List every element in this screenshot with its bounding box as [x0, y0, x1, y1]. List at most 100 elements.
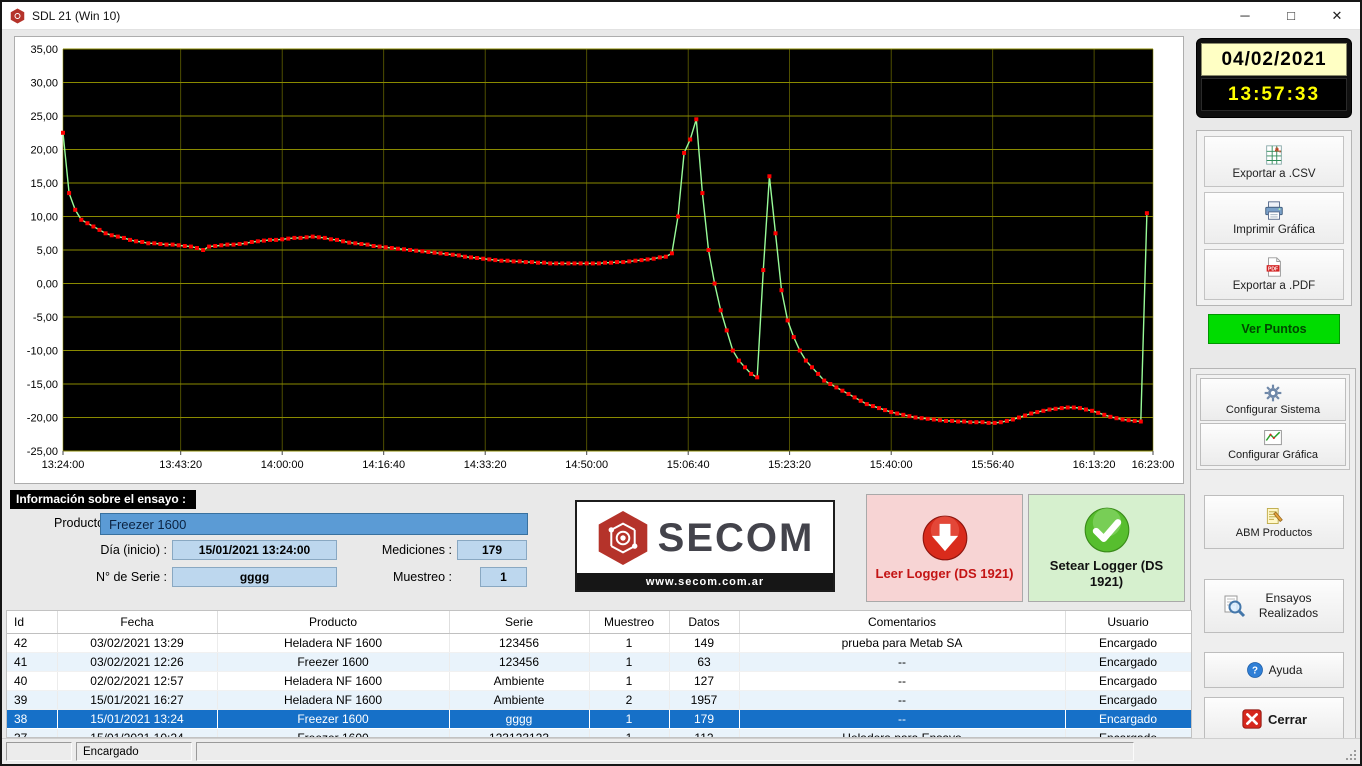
resize-grip[interactable]: [1343, 747, 1357, 761]
export-csv-button[interactable]: a, Exportar a .CSV: [1204, 136, 1344, 187]
cell-comentarios: --: [739, 709, 1065, 728]
svg-text:15:56:40: 15:56:40: [971, 459, 1014, 471]
cell-usuario: Encargado: [1065, 728, 1191, 738]
cell-producto: Freezer 1600: [217, 728, 449, 738]
cell-producto: Heladera NF 1600: [217, 690, 449, 709]
svg-text:16:13:20: 16:13:20: [1073, 459, 1116, 471]
minimize-button[interactable]: ─: [1222, 2, 1268, 29]
svg-text:13:24:00: 13:24:00: [42, 459, 85, 471]
table-header-row: IdFechaProductoSerieMuestreoDatosComenta…: [7, 611, 1191, 633]
check-icon: [1083, 506, 1131, 554]
configurar-sistema-label: Configurar Sistema: [1226, 404, 1320, 416]
print-chart-label: Imprimir Gráfica: [1233, 224, 1315, 236]
cell-datos: 127: [669, 671, 739, 690]
chart-panel: 35,0030,0025,0020,0015,0010,005,000,00-5…: [14, 36, 1184, 484]
export-pdf-button[interactable]: PDF Exportar a .PDF: [1204, 249, 1344, 300]
download-arrow-icon: [921, 514, 969, 562]
svg-text:-25,00: -25,00: [27, 446, 58, 458]
column-header-usuario[interactable]: Usuario: [1065, 611, 1191, 633]
table-row[interactable]: 3715/01/2021 10:24Freezer 16001231231231…: [7, 728, 1191, 738]
svg-text:14:50:00: 14:50:00: [565, 459, 608, 471]
column-header-id[interactable]: Id: [7, 611, 57, 633]
close-button[interactable]: ✕: [1314, 2, 1360, 29]
muestreo-label: Muestreo :: [347, 570, 452, 584]
printer-icon: [1263, 200, 1285, 222]
cell-id: 40: [7, 671, 57, 690]
configurar-sistema-button[interactable]: Configurar Sistema: [1200, 378, 1346, 421]
cerrar-button[interactable]: Cerrar: [1204, 697, 1344, 741]
secom-logo-box: SECOM www.secom.com.ar: [575, 500, 835, 592]
ver-puntos-button[interactable]: Ver Puntos: [1208, 314, 1340, 344]
cell-comentarios: --: [739, 652, 1065, 671]
leer-logger-button[interactable]: Leer Logger (DS 1921): [866, 494, 1023, 602]
clock-panel: 04/02/2021 13:57:33: [1196, 38, 1352, 118]
cell-serie: Ambiente: [449, 690, 589, 709]
table-row[interactable]: 4103/02/2021 12:26Freezer 1600123456163-…: [7, 652, 1191, 671]
cell-usuario: Encargado: [1065, 690, 1191, 709]
svg-text:5,00: 5,00: [37, 245, 58, 257]
cell-fecha: 03/02/2021 12:26: [57, 652, 217, 671]
cell-usuario: Encargado: [1065, 633, 1191, 652]
column-header-fecha[interactable]: Fecha: [57, 611, 217, 633]
cell-datos: 1957: [669, 690, 739, 709]
maximize-button[interactable]: □: [1268, 2, 1314, 29]
table-row[interactable]: 3815/01/2021 13:24Freezer 1600gggg1179--…: [7, 709, 1191, 728]
cell-serie: 123456: [449, 633, 589, 652]
cell-datos: 149: [669, 633, 739, 652]
pdf-file-icon: PDF: [1263, 256, 1285, 278]
ensayos-realizados-button[interactable]: Ensayos Realizados: [1204, 579, 1344, 633]
svg-text:-20,00: -20,00: [27, 413, 58, 425]
app-icon: [10, 8, 26, 24]
magnifier-icon: [1222, 594, 1246, 618]
column-header-muestreo[interactable]: Muestreo: [589, 611, 669, 633]
svg-text:25,00: 25,00: [30, 111, 58, 123]
cell-datos: 179: [669, 709, 739, 728]
app-window: SDL 21 (Win 10) ─ □ ✕ 35,0030,0025,0020,…: [0, 0, 1362, 766]
table-row[interactable]: 3915/01/2021 16:27Heladera NF 1600Ambien…: [7, 690, 1191, 709]
time-display: 13:57:33: [1201, 78, 1347, 111]
abm-productos-button[interactable]: ABM Productos: [1204, 495, 1344, 549]
table-row[interactable]: 4002/02/2021 12:57Heladera NF 1600Ambien…: [7, 671, 1191, 690]
ayuda-button[interactable]: ? Ayuda: [1204, 652, 1344, 688]
configurar-grafica-label: Configurar Gráfica: [1228, 449, 1318, 461]
producto-field[interactable]: Freezer 1600: [100, 513, 528, 535]
column-header-comentarios[interactable]: Comentarios: [739, 611, 1065, 633]
ensayos-realizados-label: Ensayos Realizados: [1251, 591, 1327, 621]
svg-text:?: ?: [1252, 665, 1258, 676]
mediciones-label: Mediciones :: [347, 543, 452, 557]
cell-producto: Freezer 1600: [217, 709, 449, 728]
producto-label: Producto: [54, 516, 104, 530]
svg-text:10,00: 10,00: [30, 212, 58, 224]
info-header: Información sobre el ensayo :: [10, 490, 196, 509]
cell-comentarios: --: [739, 671, 1065, 690]
cell-id: 38: [7, 709, 57, 728]
statusbar: Encargado: [2, 738, 1360, 764]
svg-text:20,00: 20,00: [30, 145, 58, 157]
mediciones-value: 179: [457, 540, 527, 560]
ensayos-table-panel: IdFechaProductoSerieMuestreoDatosComenta…: [6, 610, 1192, 738]
status-user-cell: Encargado: [76, 742, 192, 761]
cell-muestreo: 1: [589, 728, 669, 738]
column-header-datos[interactable]: Datos: [669, 611, 739, 633]
cell-producto: Heladera NF 1600: [217, 633, 449, 652]
svg-text:14:33:20: 14:33:20: [464, 459, 507, 471]
svg-text:15:23:20: 15:23:20: [768, 459, 811, 471]
cell-comentarios: --: [739, 690, 1065, 709]
close-icon: ✕: [1332, 8, 1343, 24]
cell-serie: 123123123: [449, 728, 589, 738]
column-header-producto[interactable]: Producto: [217, 611, 449, 633]
cell-muestreo: 2: [589, 690, 669, 709]
serie-value: gggg: [172, 567, 337, 587]
print-chart-button[interactable]: Imprimir Gráfica: [1204, 192, 1344, 243]
table-row[interactable]: 4203/02/2021 13:29Heladera NF 1600123456…: [7, 633, 1191, 652]
cell-comentarios: Heladera para Ensayo: [739, 728, 1065, 738]
column-header-serie[interactable]: Serie: [449, 611, 589, 633]
svg-text:14:16:40: 14:16:40: [362, 459, 405, 471]
setear-logger-button[interactable]: Setear Logger (DS 1921): [1028, 494, 1185, 602]
tools-panel: Configurar Sistema Configurar Gráfica AB…: [1190, 368, 1356, 746]
cell-usuario: Encargado: [1065, 671, 1191, 690]
window-title: SDL 21 (Win 10): [32, 9, 120, 23]
svg-text:-15,00: -15,00: [27, 379, 58, 391]
cell-id: 37: [7, 728, 57, 738]
configurar-grafica-button[interactable]: Configurar Gráfica: [1200, 423, 1346, 466]
